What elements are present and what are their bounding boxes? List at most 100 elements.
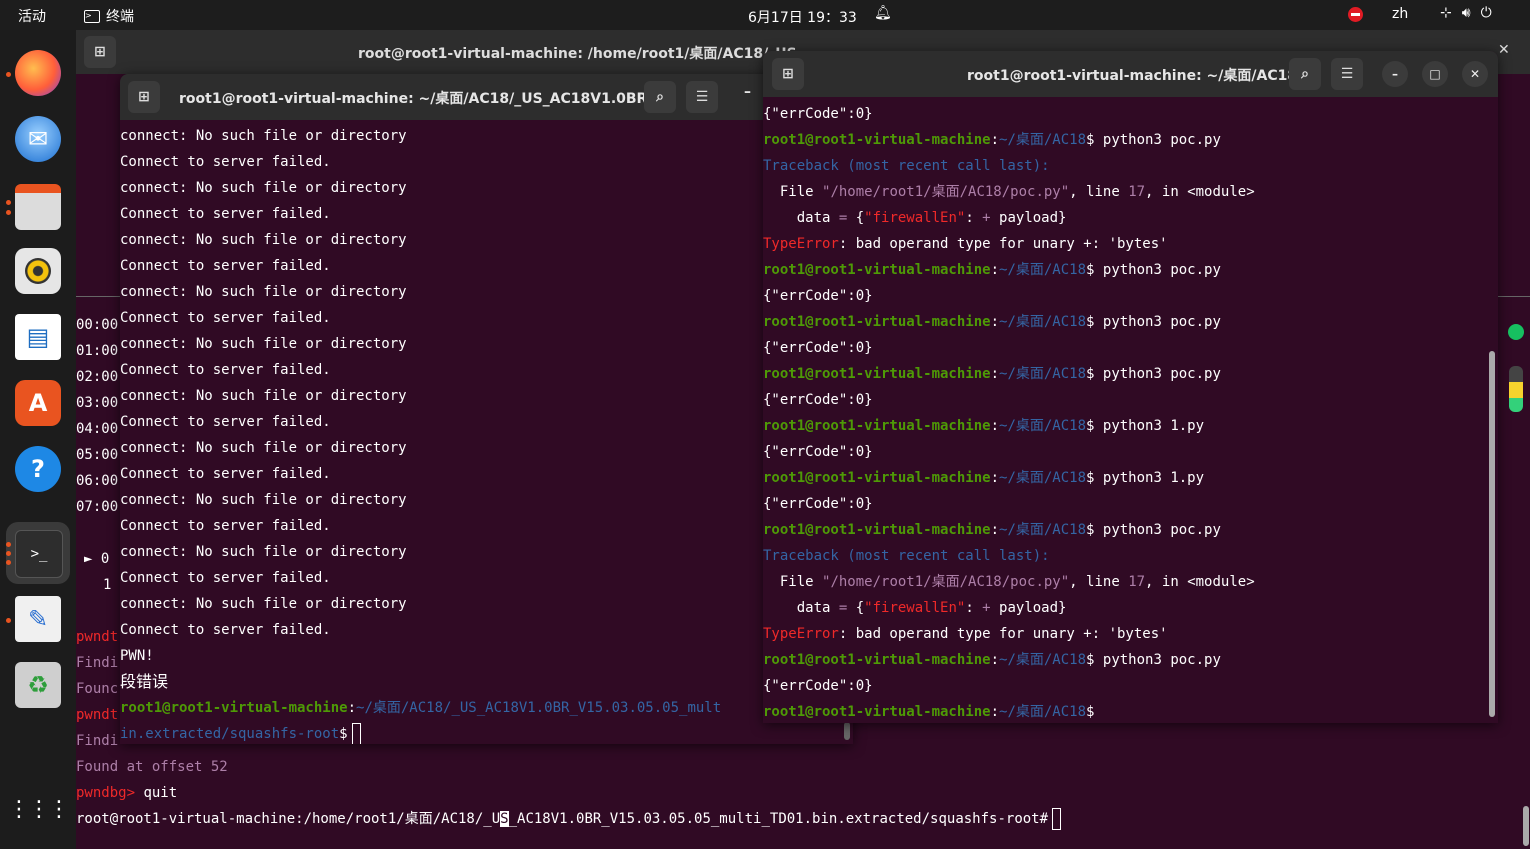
output-line: Connect to server failed. xyxy=(120,414,331,430)
output-line: connect: No such file or directory xyxy=(120,284,407,300)
timestamp: 00:00 xyxy=(76,317,119,333)
quit-line: pwndbg> quit xyxy=(76,780,177,806)
tb-code-brace: { xyxy=(847,600,865,616)
output-line: Connect to server failed. xyxy=(120,622,331,638)
timestamp: 07:00 xyxy=(76,499,119,515)
final-prompt-line[interactable]: root@root1-virtual-machine:/home/root1/桌… xyxy=(76,806,1062,832)
output-line: connect: No such file or directory xyxy=(120,388,407,404)
prompt-path: ~/桌面/AC18/_US_AC18V1.0BR_V15.03.05.05_mu… xyxy=(356,700,722,716)
running-indicator xyxy=(6,210,11,215)
terminal-cursor xyxy=(1052,808,1062,830)
output-line: connect: No such file or directory xyxy=(120,336,407,352)
output-line: Connect to server failed. xyxy=(120,310,331,326)
prompt-line: root1@root1-virtual-machine:~/桌面/AC18$ p… xyxy=(763,314,1221,330)
middle-titlebar[interactable]: ⊞ root1@root1-virtual-machine: ~/桌面/AC18… xyxy=(120,74,853,120)
close-icon[interactable]: ✕ xyxy=(1498,42,1510,58)
tb-code-key: "firewallEn" xyxy=(864,600,966,616)
tb-code-plus: + xyxy=(982,600,991,616)
tb-file-path: "/home/root1/桌面/AC18/poc.py" xyxy=(822,574,1070,590)
activities-button[interactable]: 活动 xyxy=(18,6,46,26)
prompt-symbol: $ xyxy=(1086,704,1095,720)
writer-icon[interactable]: ▤ xyxy=(15,314,61,360)
output-line: Connect to server failed. xyxy=(120,570,331,586)
prompt-user: root1@root1-virtual-machine xyxy=(763,262,991,278)
command: $ python3 poc.py xyxy=(1086,314,1221,330)
prompt-path: ~/桌面/AC18 xyxy=(999,470,1087,486)
prompt-user: root1@root1-virtual-machine xyxy=(763,314,991,330)
prompt-path: ~/桌面/AC18 xyxy=(999,522,1087,538)
input-language[interactable]: zh xyxy=(1392,6,1408,22)
do-not-disturb-icon[interactable] xyxy=(1348,7,1363,22)
tb-file-path: "/home/root1/桌面/AC18/poc.py" xyxy=(822,184,1070,200)
clock[interactable]: 6月17日 19：33 xyxy=(748,7,857,27)
divider xyxy=(1496,296,1530,297)
prompt-user: root1@root1-virtual-machine xyxy=(763,418,991,434)
output-line: connect: No such file or directory xyxy=(120,180,407,196)
prompt-line-cont[interactable]: in.extracted/squashfs-root$ xyxy=(120,721,361,744)
terminal-dock-icon[interactable]: >_ xyxy=(15,530,63,578)
new-tab-icon[interactable]: ⊞ xyxy=(84,36,116,68)
app-name: 终端 xyxy=(106,9,134,25)
bg-window-title: root@root1-virtual-machine: /home/root1/… xyxy=(358,46,797,62)
menu-icon[interactable]: ☰ xyxy=(686,81,718,113)
help-icon[interactable]: ? xyxy=(15,446,61,492)
scrollbar[interactable] xyxy=(844,722,850,740)
timestamp: 03:00 xyxy=(76,395,119,411)
search-icon[interactable]: ⌕ xyxy=(1289,58,1321,90)
right-titlebar[interactable]: ⊞ root1@root1-virtual-machine: ~/桌面/AC18… xyxy=(763,51,1498,97)
software-icon[interactable]: A xyxy=(15,380,61,426)
right-terminal-window[interactable]: ⊞ root1@root1-virtual-machine: ~/桌面/AC18… xyxy=(763,51,1498,723)
minimize-icon[interactable]: – xyxy=(744,84,751,100)
maximize-icon[interactable]: □ xyxy=(1422,61,1448,87)
prompt-line: root1@root1-virtual-machine:~/桌面/AC18$ p… xyxy=(763,470,1205,486)
output-line: Connect to server failed. xyxy=(120,258,331,274)
tb-file-label: File xyxy=(763,184,823,200)
pwndbg-prompt: pwndt xyxy=(76,707,119,723)
system-tray[interactable]: ⊹ 🔊︎ ⏻ xyxy=(1440,5,1492,21)
show-apps-icon[interactable]: ⋮⋮⋮ xyxy=(8,786,70,832)
running-indicator xyxy=(6,542,11,547)
command: $ python3 1.py xyxy=(1086,418,1205,434)
menu-icon[interactable]: ☰ xyxy=(1331,58,1363,90)
thunderbird-icon[interactable]: ✉ xyxy=(15,116,61,162)
search-icon[interactable]: ⌕ xyxy=(644,81,676,113)
tb-code-brace: { xyxy=(847,210,865,226)
timestamp: 01:00 xyxy=(76,343,119,359)
files-icon[interactable] xyxy=(15,184,61,230)
text-editor-icon[interactable]: ✎ xyxy=(15,596,61,642)
scrollbar[interactable] xyxy=(1523,806,1529,846)
tb-code-colon: : xyxy=(965,210,983,226)
running-indicator xyxy=(6,200,11,205)
traceback-code: data = {"firewallEn": + payload} xyxy=(763,595,1067,621)
prompt-path: in.extracted/squashfs-root xyxy=(120,726,340,742)
output-line: connect: No such file or directory xyxy=(120,544,407,560)
new-tab-icon[interactable]: ⊞ xyxy=(772,58,804,90)
tb-code-key: "firewallEn" xyxy=(864,210,966,226)
prompt-user: root1@root1-virtual-machine xyxy=(763,366,991,382)
rhythmbox-icon[interactable] xyxy=(15,248,61,294)
app-menu[interactable]: > 终端 xyxy=(84,6,134,26)
close-icon[interactable]: ✕ xyxy=(1462,61,1488,87)
trash-icon[interactable]: ♻ xyxy=(15,662,61,708)
output-line: Connect to server failed. xyxy=(120,518,331,534)
running-indicator xyxy=(6,560,11,565)
middle-terminal-window[interactable]: ⊞ root1@root1-virtual-machine: ~/桌面/AC18… xyxy=(120,74,853,744)
output-line: Founc xyxy=(76,681,119,697)
command: $ python3 poc.py xyxy=(1086,262,1221,278)
bell-icon[interactable]: 🔔︎ xyxy=(874,5,892,21)
new-tab-icon[interactable]: ⊞ xyxy=(128,81,160,113)
active-prompt-line[interactable]: root1@root1-virtual-machine:~/桌面/AC18$ xyxy=(763,699,1094,723)
prompt-path: ~/桌面/AC18 xyxy=(999,132,1087,148)
prompt-path: ~/桌面/AC18 xyxy=(999,262,1087,278)
timestamp: 04:00 xyxy=(76,421,119,437)
prompt-user: root1@root1-virtual-machine xyxy=(763,132,991,148)
quit-command: quit xyxy=(135,785,178,801)
scrollbar[interactable] xyxy=(1489,351,1495,717)
traceback-header: Traceback (most recent call last): xyxy=(763,158,1050,174)
tb-module: , in <module> xyxy=(1145,184,1255,200)
minimize-icon[interactable]: – xyxy=(1382,61,1408,87)
segfault-line: 段错误 xyxy=(120,672,169,691)
prompt-user: root1@root1-virtual-machine xyxy=(763,652,991,668)
tb-code-var: data xyxy=(763,210,839,226)
firefox-icon[interactable] xyxy=(15,50,61,96)
